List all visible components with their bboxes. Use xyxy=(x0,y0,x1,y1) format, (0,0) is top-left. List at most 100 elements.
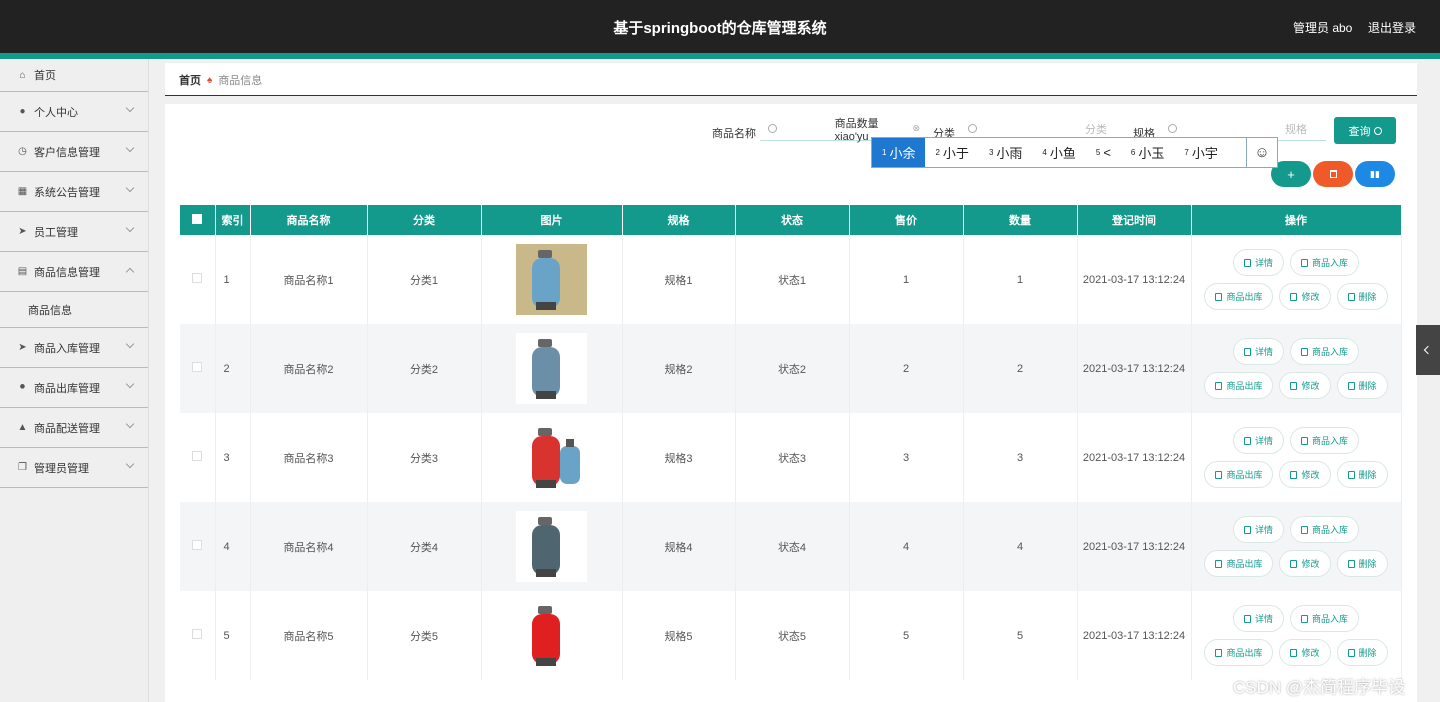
stock-in-button[interactable]: 商品入库 xyxy=(1290,427,1360,454)
op-label: 修改 xyxy=(1301,648,1320,658)
delete-row-button[interactable]: 删除 xyxy=(1336,550,1388,577)
sidebar-item[interactable]: ▤ 商品信息管理 xyxy=(0,252,148,292)
table-header: 索引 商品名称 分类 图片 规格 状态 售价 数量 登记时间 操作 xyxy=(180,205,1402,235)
column-header: 操作 xyxy=(1191,205,1402,235)
delete-row-button[interactable]: 删除 xyxy=(1336,372,1388,399)
detail-button[interactable]: 详情 xyxy=(1232,427,1284,454)
trash-icon xyxy=(1347,648,1355,657)
page-scrollbar[interactable] xyxy=(1427,59,1440,702)
row-select xyxy=(180,235,216,324)
sidebar-item-label: 商品配送管理 xyxy=(34,422,100,435)
edit-button[interactable]: 修改 xyxy=(1279,461,1331,488)
row-checkbox[interactable] xyxy=(192,629,203,639)
stock-in-button[interactable]: 商品入库 xyxy=(1290,516,1360,543)
gas-cylinder-image xyxy=(516,600,587,671)
doc-icon xyxy=(1215,559,1223,568)
ime-candidate[interactable]: 3 小雨 xyxy=(979,138,1032,167)
stock-out-button[interactable]: 商品出库 xyxy=(1204,372,1274,399)
candidate-text: 小于 xyxy=(942,146,969,161)
collapse-panel-button[interactable] xyxy=(1416,325,1440,375)
delete-row-button[interactable]: 删除 xyxy=(1336,461,1388,488)
gas-cylinder-image xyxy=(516,422,587,493)
sidebar-item[interactable]: ● 个人中心 xyxy=(0,92,148,132)
delete-row-button[interactable]: 删除 xyxy=(1336,639,1388,666)
ime-candidate[interactable]: 4 小鱼 xyxy=(1032,138,1085,167)
detail-button[interactable]: 详情 xyxy=(1232,249,1284,276)
row-checkbox[interactable] xyxy=(192,273,203,283)
clear-icon[interactable]: ⊗ xyxy=(912,123,920,134)
candidate-text: 小余 xyxy=(889,146,916,161)
sidebar-item[interactable]: ⚫ 商品出库管理 xyxy=(0,368,148,408)
stock-out-button[interactable]: 商品出库 xyxy=(1204,639,1274,666)
mic-icon: ⚫ xyxy=(18,382,27,393)
doc-icon xyxy=(1301,347,1308,356)
name-cell: 商品名称2 xyxy=(250,324,368,413)
ime-candidate[interactable]: 1 小余 xyxy=(872,138,926,167)
sidebar: ⌂ 首页 ● 个人中心 ◷ 客户信息管理 ▦ 系统公告管理 ➤ 员工管理 ▤ 商品信息管理 商品信息 ➤ 商… xyxy=(0,59,149,702)
op-label: 详情 xyxy=(1254,436,1273,446)
edit-button[interactable]: 修改 xyxy=(1279,372,1331,399)
stock-in-button[interactable]: 商品入库 xyxy=(1290,338,1360,365)
sidebar-item[interactable]: ❐ 管理员管理 xyxy=(0,448,148,488)
app-title: 基于springboot的仓库管理系统 xyxy=(613,20,827,37)
ime-candidate[interactable]: 7 小宇 xyxy=(1174,138,1227,167)
sidebar-item[interactable]: ➤ 商品入库管理 xyxy=(0,328,148,368)
op-label: 删除 xyxy=(1358,470,1377,480)
row-checkbox[interactable] xyxy=(192,540,203,550)
edit-button[interactable]: 修改 xyxy=(1279,283,1331,310)
trash-icon xyxy=(1347,470,1355,479)
ime-candidate[interactable]: 6 小玉 xyxy=(1121,138,1174,167)
stock-out-button[interactable]: 商品出库 xyxy=(1204,283,1274,310)
edit-button[interactable]: 修改 xyxy=(1279,639,1331,666)
op-label: 详情 xyxy=(1254,614,1273,624)
chart-icon: ▲ xyxy=(17,422,28,433)
user-icon: ● xyxy=(19,106,26,117)
category-cell: 分类4 xyxy=(367,502,482,591)
stock-in-button[interactable]: 商品入库 xyxy=(1290,249,1360,276)
row-checkbox[interactable] xyxy=(192,362,203,372)
table-row: 3 商品名称3 分类3 规格3 状态3 3 3 2021-03-17 13:12:24 详情 商品… xyxy=(180,413,1402,502)
row-checkbox[interactable] xyxy=(192,451,203,461)
sidebar-item[interactable]: ◷ 客户信息管理 xyxy=(0,132,148,172)
row-select xyxy=(180,413,216,502)
trash-icon xyxy=(1347,559,1355,568)
detail-button[interactable]: 详情 xyxy=(1232,605,1284,632)
table-row: 1 商品名称1 分类1 规格1 状态1 1 1 2021-03-17 13:12:24 详情 商品… xyxy=(180,235,1402,324)
op-label: 商品入库 xyxy=(1312,436,1349,446)
sidebar-subitem[interactable]: 商品信息 xyxy=(0,292,148,328)
edit-button[interactable]: 修改 xyxy=(1279,550,1331,577)
detail-button[interactable]: 详情 xyxy=(1232,516,1284,543)
sidebar-item[interactable]: ▦ 系统公告管理 xyxy=(0,172,148,212)
sidebar-item[interactable]: ⌂ 首页 xyxy=(0,59,148,92)
select-all-header xyxy=(180,205,216,235)
sidebar-item[interactable]: ▲ 商品配送管理 xyxy=(0,408,148,448)
column-header: 状态 xyxy=(735,205,850,235)
stock-out-button[interactable]: 商品出库 xyxy=(1204,550,1274,577)
doc-icon xyxy=(1215,648,1223,657)
time-cell: 2021-03-17 13:12:24 xyxy=(1077,235,1192,324)
op-label: 商品出库 xyxy=(1226,559,1263,569)
ime-candidate[interactable]: 5 < xyxy=(1086,138,1121,167)
sidebar-item-label: 商品出库管理 xyxy=(34,382,100,395)
logout-link[interactable]: 退出登录 xyxy=(1368,19,1416,36)
stock-out-button[interactable]: 商品出库 xyxy=(1204,461,1274,488)
trash-icon xyxy=(1347,292,1355,301)
delete-button[interactable] xyxy=(1313,161,1353,187)
index-cell: 1 xyxy=(215,235,251,324)
stock-in-button[interactable]: 商品入库 xyxy=(1290,605,1360,632)
select-all-checkbox[interactable] xyxy=(192,213,203,224)
ime-candidate[interactable]: 2 小于 xyxy=(925,138,978,167)
statistics-button[interactable]: ▮▮ xyxy=(1355,161,1395,187)
emoji-icon[interactable]: ☺ xyxy=(1246,138,1277,167)
query-button[interactable]: 查询 xyxy=(1334,117,1396,144)
status-cell: 状态3 xyxy=(735,413,850,502)
sidebar-item-label: 商品信息管理 xyxy=(34,266,100,279)
op-label: 修改 xyxy=(1301,470,1320,480)
breadcrumb-home[interactable]: 首页 xyxy=(179,72,201,88)
delete-row-button[interactable]: 删除 xyxy=(1336,283,1388,310)
detail-button[interactable]: 详情 xyxy=(1232,338,1284,365)
price-cell: 2 xyxy=(849,324,964,413)
doc-icon xyxy=(1301,614,1308,623)
sidebar-item[interactable]: ➤ 员工管理 xyxy=(0,212,148,252)
spec-cell: 规格3 xyxy=(622,413,736,502)
